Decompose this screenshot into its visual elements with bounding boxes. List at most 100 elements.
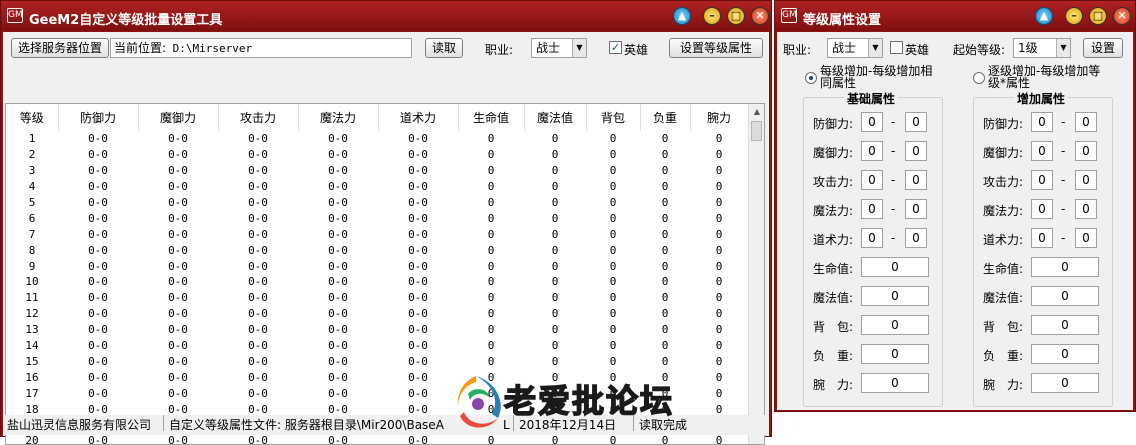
chevron-down-icon[interactable]: ▼ <box>572 39 586 57</box>
radio-per-level-mult[interactable] <box>973 72 985 84</box>
set-level-attr-button[interactable]: 设置等级属性 <box>669 38 763 58</box>
base-def-min-input[interactable]: 0 <box>861 112 883 132</box>
base-mag-max-input[interactable]: 0 <box>905 199 927 219</box>
table-row[interactable]: 13 0-0 0-0 0-0 0-0 0-0 0 0 0 0 0 <box>6 322 748 338</box>
table-row[interactable]: 4 0-0 0-0 0-0 0-0 0-0 0 0 0 0 0 <box>6 179 748 195</box>
radio-per-level-same[interactable] <box>805 72 817 84</box>
col-header[interactable]: 生命值 <box>458 104 525 131</box>
table-row[interactable]: 12 0-0 0-0 0-0 0-0 0-0 0 0 0 0 0 <box>6 306 748 322</box>
table-row[interactable]: 10 0-0 0-0 0-0 0-0 0-0 0 0 0 0 0 <box>6 274 748 290</box>
base-hp-input[interactable]: 0 <box>861 257 929 277</box>
table-cell: 0 <box>551 196 559 209</box>
radio-per-level-same-label[interactable]: 每级增加-每级增加相同属性 <box>820 65 938 89</box>
base-mag-min-input[interactable]: 0 <box>861 199 883 219</box>
dialog-set-button[interactable]: 设置 <box>1083 38 1123 58</box>
col-header[interactable]: 背包 <box>586 104 641 131</box>
table-cell: 0 <box>487 291 495 305</box>
base-mag-label: 魔法力: <box>813 204 854 218</box>
table-cell: 0 <box>551 164 559 178</box>
base-weight-input[interactable]: 0 <box>861 344 929 364</box>
base-mp-input[interactable]: 0 <box>861 286 929 306</box>
dialog-job-select[interactable]: 战士 ▼ <box>827 38 883 58</box>
table-cell: 0 <box>609 307 617 321</box>
minimize-button[interactable]: – <box>703 7 721 25</box>
add-wrist-input[interactable]: 0 <box>1031 373 1099 393</box>
table-row[interactable]: 2 0-0 0-0 0-0 0-0 0-0 0 0 0 0 0 <box>6 147 748 163</box>
chevron-down-icon[interactable]: ▼ <box>1056 39 1070 57</box>
maximize-button[interactable]: □ <box>727 7 745 25</box>
skin-icon[interactable]: ▲ <box>1035 7 1053 25</box>
base-tao-max-input[interactable]: 0 <box>905 228 927 248</box>
table-row[interactable]: 5 0-0 0-0 0-0 0-0 0-0 0 0 0 0 0 <box>6 195 748 211</box>
table-row[interactable]: 6 0-0 0-0 0-0 0-0 0-0 0 0 0 0 0 <box>6 210 748 226</box>
table-cell: 0-0 <box>408 196 428 209</box>
location-field[interactable]: 当前位置: D:\Mirserver <box>110 38 412 58</box>
table-row[interactable]: 14 0-0 0-0 0-0 0-0 0-0 0 0 0 0 0 <box>6 338 748 354</box>
base-atk-min-input[interactable]: 0 <box>861 170 883 190</box>
table-cell: 0-0 <box>168 180 188 194</box>
add-mdef-max-input[interactable]: 0 <box>1075 141 1097 161</box>
base-mdef-max-input[interactable]: 0 <box>905 141 927 161</box>
close-button[interactable]: ✕ <box>751 7 769 25</box>
col-header[interactable]: 魔法值 <box>524 104 587 131</box>
col-header[interactable]: 魔法力 <box>298 104 379 131</box>
table-cell: 0 <box>715 339 723 353</box>
add-atk-max-input[interactable]: 0 <box>1075 170 1097 190</box>
add-weight-input[interactable]: 0 <box>1031 344 1099 364</box>
start-level-select[interactable]: 1级 ▼ <box>1013 38 1071 58</box>
base-wrist-input[interactable]: 0 <box>861 373 929 393</box>
minimize-button[interactable]: – <box>1065 7 1083 25</box>
chevron-down-icon[interactable]: ▼ <box>868 39 882 57</box>
col-header[interactable]: 魔御力 <box>138 104 219 131</box>
add-hp-input[interactable]: 0 <box>1031 257 1099 277</box>
base-bag-input[interactable]: 0 <box>861 315 929 335</box>
add-mag-max-input[interactable]: 0 <box>1075 199 1097 219</box>
dialog-titlebar[interactable]: GM 等级属性设置 ▲ – □ ✕ <box>775 1 1135 31</box>
vertical-scrollbar[interactable]: ▲ <box>748 104 764 444</box>
scroll-up-icon[interactable]: ▲ <box>749 104 764 120</box>
add-tao-max-input[interactable]: 0 <box>1075 228 1097 248</box>
table-row[interactable]: 7 0-0 0-0 0-0 0-0 0-0 0 0 0 0 0 <box>6 226 748 242</box>
add-mp-input[interactable]: 0 <box>1031 286 1099 306</box>
add-bag-input[interactable]: 0 <box>1031 315 1099 335</box>
table-cell: 0-0 <box>408 132 428 146</box>
col-header[interactable]: 腕力 <box>690 104 749 131</box>
col-header[interactable]: 等级 <box>6 104 59 131</box>
add-tao-min-input[interactable]: 0 <box>1031 228 1053 248</box>
select-server-button[interactable]: 选择服务器位置 <box>11 38 109 58</box>
table-row[interactable]: 11 0-0 0-0 0-0 0-0 0-0 0 0 0 0 0 <box>6 290 748 306</box>
col-header[interactable]: 防御力 <box>58 104 139 131</box>
skin-icon[interactable]: ▲ <box>673 7 691 25</box>
table-row[interactable]: 8 0-0 0-0 0-0 0-0 0-0 0 0 0 0 0 <box>6 242 748 258</box>
table-row[interactable]: 15 0-0 0-0 0-0 0-0 0-0 0 0 0 0 0 <box>6 353 748 369</box>
dialog-hero-checkbox[interactable] <box>890 41 903 54</box>
add-def-min-input[interactable]: 0 <box>1031 112 1053 132</box>
col-header[interactable]: 道术力 <box>378 104 459 131</box>
base-mdef-min-input[interactable]: 0 <box>861 141 883 161</box>
main-titlebar[interactable]: GM GeeM2自定义等级批量设置工具 ▲ – □ ✕ <box>1 1 771 31</box>
add-def-max-input[interactable]: 0 <box>1075 112 1097 132</box>
col-header[interactable]: 攻击力 <box>218 104 299 131</box>
add-atk-min-input[interactable]: 0 <box>1031 170 1053 190</box>
table-cell: 0-0 <box>328 386 348 400</box>
radio-per-level-mult-label[interactable]: 逐级增加-每级增加等级*属性 <box>988 65 1106 89</box>
read-button[interactable]: 读取 <box>425 38 463 58</box>
close-button[interactable]: ✕ <box>1113 7 1131 25</box>
table-row[interactable]: 3 0-0 0-0 0-0 0-0 0-0 0 0 0 0 0 <box>6 163 748 179</box>
hero-checkbox[interactable]: ✓ <box>609 41 622 54</box>
job-select[interactable]: 战士 ▼ <box>531 38 587 58</box>
table-cell: 0 <box>487 148 495 162</box>
table-cell: 0-0 <box>248 243 268 257</box>
add-mdef-min-input[interactable]: 0 <box>1031 141 1053 161</box>
col-header[interactable]: 负重 <box>640 104 691 131</box>
base-tao-label: 道术力: <box>813 233 854 247</box>
add-mag-min-input[interactable]: 0 <box>1031 199 1053 219</box>
base-atk-max-input[interactable]: 0 <box>905 170 927 190</box>
table-cell: 0 <box>609 275 617 289</box>
table-row[interactable]: 1 0-0 0-0 0-0 0-0 0-0 0 0 0 0 0 <box>6 131 748 147</box>
base-def-max-input[interactable]: 0 <box>905 112 927 132</box>
scroll-thumb[interactable] <box>751 121 762 141</box>
maximize-button[interactable]: □ <box>1089 7 1107 25</box>
table-row[interactable]: 9 0-0 0-0 0-0 0-0 0-0 0 0 0 0 0 <box>6 258 748 274</box>
base-tao-min-input[interactable]: 0 <box>861 228 883 248</box>
